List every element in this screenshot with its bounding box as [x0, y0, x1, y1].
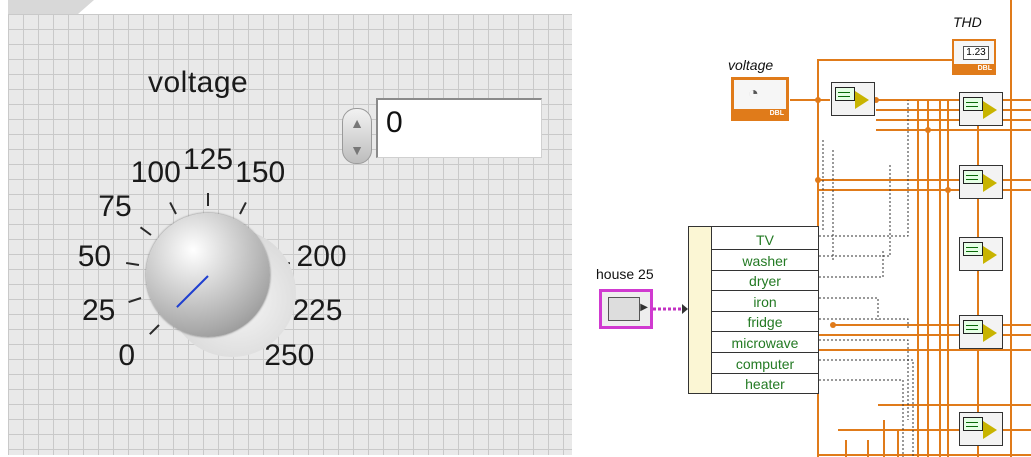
knob-scale-label: 225 [292, 293, 343, 327]
cluster-item[interactable]: computer [712, 355, 818, 374]
knob-pointer [176, 275, 209, 308]
knob-scale-label: 25 [81, 293, 116, 327]
cluster-item[interactable]: fridge [712, 313, 818, 333]
subvi-block[interactable] [959, 412, 1003, 446]
amplifier-icon [983, 324, 997, 342]
amplifier-icon [983, 421, 997, 439]
voltage-terminal[interactable]: ◔ DBL [731, 77, 789, 121]
spin-down-arrow-icon[interactable]: ▼ [343, 136, 371, 163]
scope-icon [963, 417, 983, 431]
voltage-terminal-label: voltage [728, 57, 774, 73]
knob-tick-mark [207, 193, 209, 206]
knob-scale-label: 125 [182, 143, 234, 176]
cluster-item[interactable]: dryer [712, 272, 818, 292]
knob-scale-label: 250 [264, 339, 315, 373]
scope-icon [963, 170, 983, 184]
cluster-item[interactable]: microwave [712, 334, 818, 353]
cluster-arrow-icon: ▶ [640, 302, 648, 313]
house-cluster-control[interactable]: ▶ [599, 289, 653, 329]
front-panel: voltage 0 25 50 75 100 125 150 200 225 250 ▲ ▼ 0 [0, 0, 572, 457]
cluster-item[interactable]: TV [712, 231, 818, 250]
cluster-item[interactable]: iron [712, 293, 818, 312]
thd-indicator-label: THD [953, 14, 982, 30]
knob-title: voltage [148, 66, 249, 99]
knob-scale-label: 100 [130, 155, 181, 189]
cluster-item[interactable]: washer [712, 252, 818, 271]
amplifier-icon [855, 91, 869, 109]
scope-icon [963, 97, 983, 111]
cluster-item[interactable]: heater [712, 375, 818, 395]
dbl-type-tag: DBL [954, 64, 994, 73]
spin-up-arrow-icon[interactable]: ▲ [343, 109, 371, 136]
dial-icon: ◔ [748, 83, 759, 103]
subvi-block[interactable] [831, 82, 875, 116]
amplifier-icon [983, 101, 997, 119]
dbl-type-tag: DBL [734, 109, 786, 118]
scope-icon [963, 320, 983, 334]
unbundle-by-name-node[interactable]: TV washer dryer iron fridge microwave computer… [688, 226, 819, 395]
scope-icon [835, 87, 855, 101]
thd-display: 1.23 [963, 46, 989, 60]
knob-scale-label: 0 [118, 339, 136, 373]
unbundle-strip [689, 227, 712, 393]
subvi-block[interactable] [959, 237, 1003, 271]
knob-scale-label: 50 [77, 240, 112, 273]
voltage-knob[interactable] [146, 213, 270, 337]
increment-decrement-spinner: ▲ ▼ [342, 108, 372, 164]
numeric-input[interactable]: 0 [376, 98, 542, 158]
subvi-block[interactable] [959, 165, 1003, 199]
amplifier-icon [983, 246, 997, 264]
cluster-icon [608, 297, 640, 321]
thd-indicator[interactable]: 1.23 DBL [952, 39, 996, 75]
knob-scale-label: 200 [296, 240, 347, 273]
front-panel-tab [8, 0, 94, 14]
knob-scale-label: 150 [235, 155, 286, 189]
house-control-label: house 25 [596, 266, 654, 282]
scope-icon [963, 242, 983, 256]
subvi-block[interactable] [959, 315, 1003, 349]
block-diagram: voltage ◔ DBL THD 1.23 DBL house 25 ▶ TV… [578, 0, 1031, 457]
subvi-block[interactable] [959, 92, 1003, 126]
knob-scale-label: 75 [98, 190, 132, 224]
amplifier-icon [983, 174, 997, 192]
front-panel-grid [8, 14, 572, 455]
